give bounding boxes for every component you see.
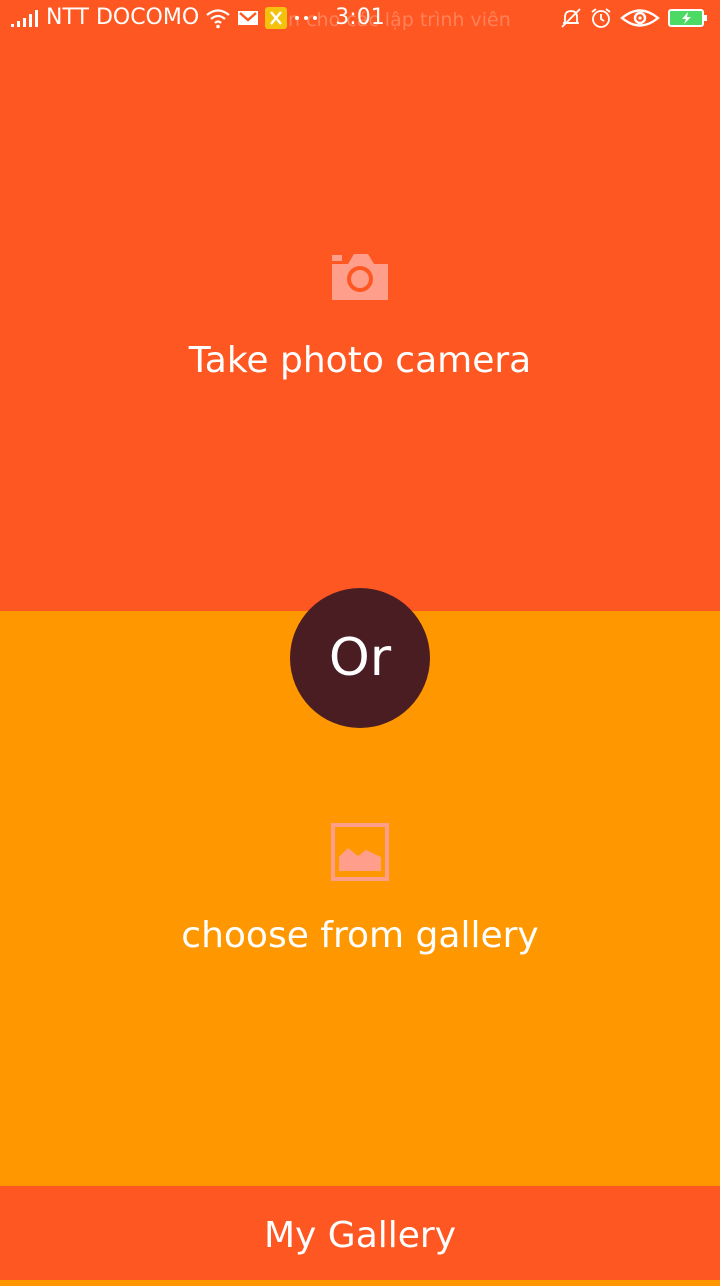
- image-icon: [330, 822, 390, 882]
- tools-notification-icon: [265, 7, 288, 29]
- status-time: 3:01: [335, 5, 385, 30]
- signal-icon: [10, 8, 40, 28]
- my-gallery-button[interactable]: My Gallery: [0, 1186, 720, 1280]
- or-divider: Or: [290, 588, 430, 728]
- mail-icon: [237, 9, 259, 27]
- status-right: [560, 0, 708, 36]
- camera-icon: [330, 248, 390, 308]
- take-photo-camera-panel[interactable]: Take photo camera: [0, 0, 720, 611]
- wifi-icon: [205, 7, 231, 29]
- bell-off-icon: [560, 7, 582, 29]
- battery-charging-icon: [668, 8, 708, 28]
- take-photo-camera-label: Take photo camera: [188, 340, 532, 381]
- status-bar: NTT DOCOMO n cho các lập trình viên 3:01: [0, 0, 720, 36]
- status-left: NTT DOCOMO: [10, 0, 319, 36]
- eye-icon: [620, 7, 660, 29]
- carrier-name: NTT DOCOMO: [46, 5, 200, 30]
- alarm-icon: [590, 7, 612, 29]
- choose-from-gallery-label: choose from gallery: [181, 915, 539, 956]
